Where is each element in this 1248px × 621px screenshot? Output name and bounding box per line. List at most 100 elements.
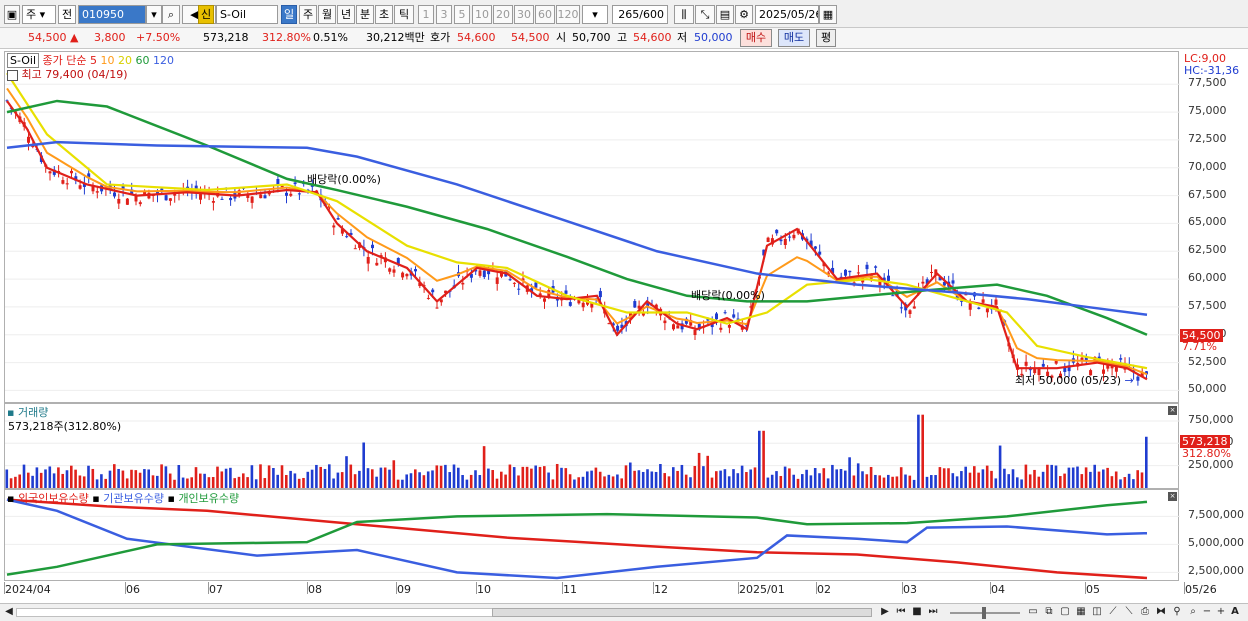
- volume-bar: [401, 479, 404, 488]
- layout-icon[interactable]: ▭: [1026, 605, 1040, 619]
- candle-body: [401, 272, 405, 278]
- period-week[interactable]: 주: [299, 5, 317, 24]
- link-icon[interactable]: ⧓: [1154, 605, 1168, 619]
- legend-individual: 개인보유수량: [178, 492, 240, 505]
- plus-icon[interactable]: +: [1214, 605, 1228, 619]
- dropdown-icon[interactable]: ▾: [146, 5, 162, 24]
- ask-label: 호가: [430, 31, 451, 44]
- volume-bar: [422, 475, 426, 488]
- holdings-tick: 2,500,000: [1188, 564, 1244, 578]
- minus-icon[interactable]: −: [1200, 605, 1214, 619]
- interval-dropdown[interactable]: ▾: [582, 5, 608, 24]
- volume-bar: [392, 460, 396, 488]
- interval-10[interactable]: 10: [472, 5, 492, 24]
- volume-bar: [1067, 467, 1071, 488]
- price-pane[interactable]: S-Oil 종가 단순 5 10 20 60 120 최고 79,400 (04…: [4, 51, 1180, 403]
- period-minute[interactable]: 분: [356, 5, 374, 24]
- candle-body: [366, 256, 370, 264]
- scroll-right-icon[interactable]: ▶: [878, 605, 892, 619]
- candle-body: [616, 325, 620, 331]
- period-second[interactable]: 초: [375, 5, 393, 24]
- volume-bar: [706, 455, 709, 488]
- zoom-in-icon[interactable]: ⌕: [1186, 605, 1200, 619]
- table-icon[interactable]: [7, 69, 18, 81]
- volume-pane[interactable]: ▪ 거래량 573,218주(312.80%) ×: [4, 403, 1180, 489]
- volume-bar: [91, 468, 95, 488]
- close-pane-icon[interactable]: ×: [1168, 406, 1177, 415]
- chart-area[interactable]: S-Oil 종가 단순 5 10 20 60 120 최고 79,400 (04…: [4, 51, 1244, 604]
- code-input[interactable]: 010950: [78, 5, 146, 24]
- window-icon[interactable]: ▢: [1058, 605, 1072, 619]
- holdings-pane[interactable]: ▪ 외국인보유수량 ▪ 기관보유수량 ▪ 개인보유수량 ×: [4, 489, 1180, 581]
- interval-30[interactable]: 30: [514, 5, 534, 24]
- volume-bar: [917, 414, 920, 488]
- gear-icon[interactable]: ⚙: [735, 5, 753, 24]
- first-icon[interactable]: ⏮: [894, 605, 908, 619]
- scroll-thumb[interactable]: [492, 608, 872, 617]
- eval-button[interactable]: 평: [816, 29, 836, 47]
- zoom-slider[interactable]: [950, 607, 1020, 619]
- draw-icon[interactable]: ⤡: [695, 5, 715, 24]
- date-field[interactable]: 2025/05/26: [755, 5, 819, 24]
- volume-bar: [48, 466, 52, 488]
- period-day[interactable]: 일: [281, 5, 297, 24]
- candle-body: [345, 236, 349, 238]
- price-tick: 62,500: [1188, 243, 1227, 257]
- volume-bar: [831, 464, 834, 488]
- period-month[interactable]: 월: [318, 5, 336, 24]
- type-select[interactable]: 전: [58, 5, 76, 24]
- font-icon[interactable]: A: [1228, 605, 1242, 619]
- volume-bar: [844, 470, 847, 488]
- stop-icon[interactable]: ■: [910, 605, 924, 619]
- market-select[interactable]: 주 ▾: [22, 5, 56, 24]
- count-field[interactable]: 265/600: [612, 5, 668, 24]
- buy-button[interactable]: 매수: [740, 29, 772, 47]
- volume-bar: [723, 469, 727, 488]
- copy-icon[interactable]: ⧉: [1042, 605, 1056, 619]
- calendar-icon[interactable]: ▦: [819, 5, 837, 24]
- close-pane-icon[interactable]: ×: [1168, 492, 1177, 501]
- candle-body: [951, 280, 955, 284]
- magnify-icon[interactable]: ⚲: [1170, 605, 1184, 619]
- interval-5[interactable]: 5: [454, 5, 470, 24]
- volume-bar: [633, 470, 636, 488]
- holdings-line: [6, 498, 1148, 580]
- volume-bar: [160, 464, 163, 488]
- volume-bar: [1054, 465, 1058, 488]
- volume-bar: [44, 469, 47, 488]
- print-icon[interactable]: ⎙: [1138, 605, 1152, 619]
- scroll-left-icon[interactable]: ◀: [2, 605, 16, 619]
- menu-icon[interactable]: ▣: [4, 5, 20, 24]
- volume-bar: [108, 470, 112, 488]
- split-icon[interactable]: ◫: [1090, 605, 1104, 619]
- last-volume-pct: 312.80%: [1182, 447, 1231, 460]
- volume-bar: [770, 474, 774, 488]
- candle-body: [117, 198, 121, 204]
- trend-icon[interactable]: ⟋: [1106, 605, 1120, 619]
- interval-120[interactable]: 120: [556, 5, 580, 24]
- volume-bar: [616, 474, 619, 488]
- zoom-handle[interactable]: [982, 607, 986, 619]
- candle-icon[interactable]: ⫼: [674, 5, 694, 24]
- sell-button[interactable]: 매도: [778, 29, 810, 47]
- period-year[interactable]: 년: [337, 5, 355, 24]
- grid-icon[interactable]: ▦: [1074, 605, 1088, 619]
- trend2-icon[interactable]: ⟍: [1122, 605, 1136, 619]
- interval-20[interactable]: 20: [493, 5, 513, 24]
- stock-name-field[interactable]: S-Oil: [216, 5, 278, 24]
- legend-ma5: 5: [90, 54, 98, 67]
- interval-3[interactable]: 3: [436, 5, 452, 24]
- interval-60[interactable]: 60: [535, 5, 555, 24]
- volume-bar: [366, 468, 370, 488]
- volume-bar: [1127, 473, 1131, 488]
- search-icon[interactable]: ⌕: [162, 5, 180, 24]
- interval-1[interactable]: 1: [418, 5, 434, 24]
- last-icon[interactable]: ⏭: [926, 605, 940, 619]
- x-tick: 06: [126, 583, 140, 596]
- candle-body: [353, 248, 357, 250]
- scrollbar[interactable]: [16, 608, 872, 617]
- candle-body: [844, 269, 847, 276]
- legend-ma120: 120: [153, 54, 175, 67]
- save-icon[interactable]: ▤: [716, 5, 734, 24]
- period-tick[interactable]: 틱: [394, 5, 414, 24]
